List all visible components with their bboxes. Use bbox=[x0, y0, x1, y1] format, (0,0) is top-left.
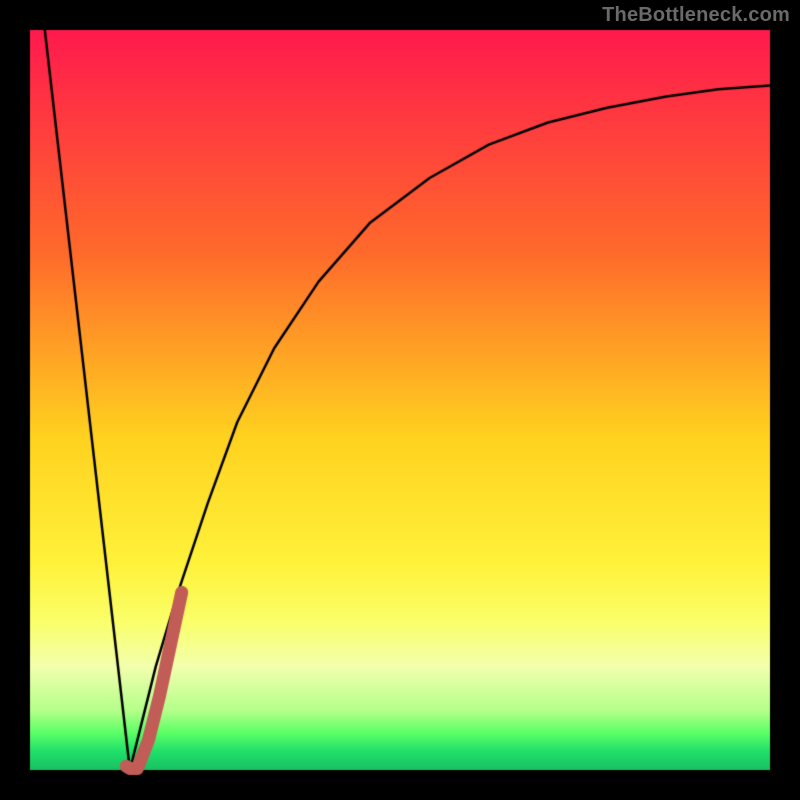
bottleneck-chart-canvas bbox=[0, 0, 800, 800]
watermark-text: TheBottleneck.com bbox=[602, 4, 790, 27]
chart-stage: TheBottleneck.com bbox=[0, 0, 800, 800]
